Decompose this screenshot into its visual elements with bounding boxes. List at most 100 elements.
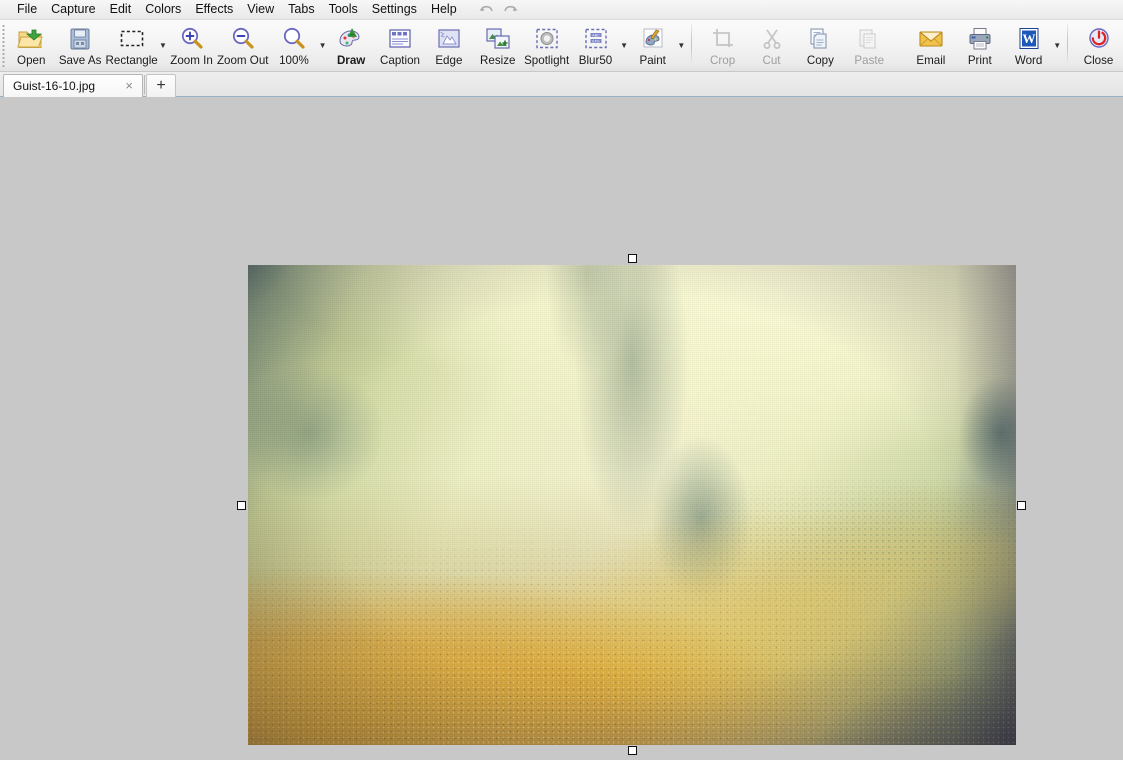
- menu-effects[interactable]: Effects: [188, 0, 240, 19]
- selected-image-wrapper[interactable]: [237, 254, 1026, 755]
- menu-tabs[interactable]: Tabs: [281, 0, 321, 19]
- word-label: Word: [1014, 54, 1043, 67]
- caption-button[interactable]: Caption: [376, 20, 425, 70]
- open-folder-icon: [17, 29, 43, 48]
- chevron-down-icon: ▼: [318, 41, 327, 50]
- zoom-100-button[interactable]: 100%: [270, 20, 319, 70]
- paste-button[interactable]: Paste: [845, 20, 894, 70]
- save-as-label: Save As: [58, 54, 102, 67]
- paint-label: Paint: [639, 54, 666, 67]
- magnifier-plus-icon: [181, 27, 203, 49]
- save-as-button[interactable]: Save As: [56, 20, 105, 70]
- word-button[interactable]: W Word: [1004, 20, 1053, 70]
- menu-capture[interactable]: Capture: [44, 0, 102, 19]
- caption-window-icon: [389, 29, 411, 48]
- svg-text:ABC: ABC: [592, 33, 600, 37]
- magnifier-icon: [283, 27, 305, 49]
- selection-handle-middle-left[interactable]: [237, 500, 246, 510]
- edge-effect-icon: [438, 29, 460, 48]
- draw-palette-icon: [339, 28, 360, 47]
- copy-pages-icon: [810, 28, 827, 49]
- open-button[interactable]: Open: [7, 20, 56, 70]
- edge-button[interactable]: Edge: [424, 20, 473, 70]
- selection-handle-middle-right[interactable]: [1017, 500, 1026, 510]
- tab-close-icon[interactable]: ×: [120, 79, 138, 92]
- paint-dropdown-caret[interactable]: ▼: [677, 20, 685, 70]
- menu-help[interactable]: Help: [424, 0, 464, 19]
- spotlight-button[interactable]: Spotlight: [522, 20, 571, 70]
- tab-label: Guist-16-10.jpg: [13, 79, 96, 93]
- toolbar-separator-3: [1067, 24, 1069, 64]
- cut-button[interactable]: Cut: [747, 20, 796, 70]
- blur-dropdown-caret[interactable]: ▼: [620, 20, 628, 70]
- crop-button[interactable]: Crop: [698, 20, 747, 70]
- menu-colors[interactable]: Colors: [138, 0, 188, 19]
- email-button[interactable]: Email: [906, 20, 955, 70]
- power-close-icon: [1088, 28, 1109, 48]
- menu-tools[interactable]: Tools: [322, 0, 365, 19]
- menu-file[interactable]: File: [10, 0, 44, 19]
- tab-separator: [144, 74, 145, 94]
- photo-moss-forest[interactable]: [248, 265, 1016, 745]
- zoom-dropdown-caret[interactable]: ▼: [318, 20, 327, 70]
- rectangle-button[interactable]: Rectangle: [105, 20, 159, 70]
- main-toolbar: Open Save As Rectangle ▼ Zoom In Zoom Ou…: [0, 20, 1123, 72]
- word-dropdown-caret[interactable]: ▼: [1053, 20, 1061, 70]
- svg-text:EFG: EFG: [592, 39, 600, 43]
- image-canvas[interactable]: [0, 97, 1123, 760]
- resize-button[interactable]: Resize: [473, 20, 522, 70]
- menu-edit[interactable]: Edit: [103, 0, 139, 19]
- photo-layer-vignette: [248, 265, 1016, 745]
- open-label: Open: [17, 54, 46, 67]
- paste-clipboard-icon: [859, 29, 876, 49]
- magnifier-minus-icon: [232, 27, 254, 49]
- close-button[interactable]: Close: [1074, 20, 1123, 70]
- svg-text:W: W: [1022, 31, 1035, 46]
- toolbar-separator-2: [899, 24, 901, 64]
- zoom-in-label: Zoom In: [170, 54, 213, 67]
- edge-label: Edge: [435, 54, 463, 67]
- selection-handle-bottom-center[interactable]: [627, 746, 637, 755]
- tab-guist-16-10[interactable]: Guist-16-10.jpg ×: [3, 74, 143, 97]
- spotlight-icon: [535, 28, 558, 49]
- zoom-out-button[interactable]: Zoom Out: [216, 20, 270, 70]
- menu-settings[interactable]: Settings: [365, 0, 424, 19]
- chevron-down-icon: ▼: [1053, 41, 1062, 50]
- envelope-icon: [919, 31, 943, 47]
- zoom-in-button[interactable]: Zoom In: [167, 20, 216, 70]
- printer-icon: [969, 28, 991, 50]
- email-label: Email: [916, 54, 946, 67]
- print-button[interactable]: Print: [955, 20, 1004, 70]
- resize-label: Resize: [480, 54, 516, 67]
- zoom-out-label: Zoom Out: [216, 54, 269, 67]
- new-tab-button[interactable]: +: [146, 74, 176, 97]
- zoom-100-label: 100%: [279, 54, 309, 67]
- menu-view[interactable]: View: [240, 0, 281, 19]
- selection-handle-top-center[interactable]: [627, 254, 637, 263]
- crop-label: Crop: [710, 54, 736, 67]
- chevron-down-icon: ▼: [620, 41, 629, 50]
- draw-label: Draw: [336, 54, 366, 67]
- scissors-icon: [763, 29, 780, 49]
- floppy-disk-icon: [70, 28, 90, 50]
- redo-arrow-icon[interactable]: [503, 3, 519, 17]
- dashed-rectangle-icon: [120, 30, 143, 47]
- draw-button[interactable]: Draw: [327, 20, 376, 70]
- blur50-button[interactable]: ABC EFG Blur50: [571, 20, 620, 70]
- undo-redo-group: [478, 3, 519, 17]
- menu-bar: File Capture Edit Colors Effects View Ta…: [0, 0, 1123, 20]
- tab-bar: Guist-16-10.jpg × +: [0, 72, 1123, 97]
- crop-icon: [712, 29, 733, 47]
- blur50-label: Blur50: [578, 54, 613, 67]
- paint-button[interactable]: Paint: [628, 20, 677, 70]
- copy-button[interactable]: Copy: [796, 20, 845, 70]
- toolbar-grip[interactable]: [0, 20, 7, 72]
- caption-label: Caption: [380, 54, 420, 67]
- toolbar-separator-1: [691, 24, 693, 64]
- rectangle-dropdown-caret[interactable]: ▼: [159, 20, 167, 70]
- resize-image-icon: [486, 28, 510, 49]
- undo-arrow-icon[interactable]: [478, 3, 494, 17]
- print-label: Print: [967, 54, 992, 67]
- paste-label: Paste: [854, 54, 885, 67]
- paint-palette-icon: [643, 28, 663, 48]
